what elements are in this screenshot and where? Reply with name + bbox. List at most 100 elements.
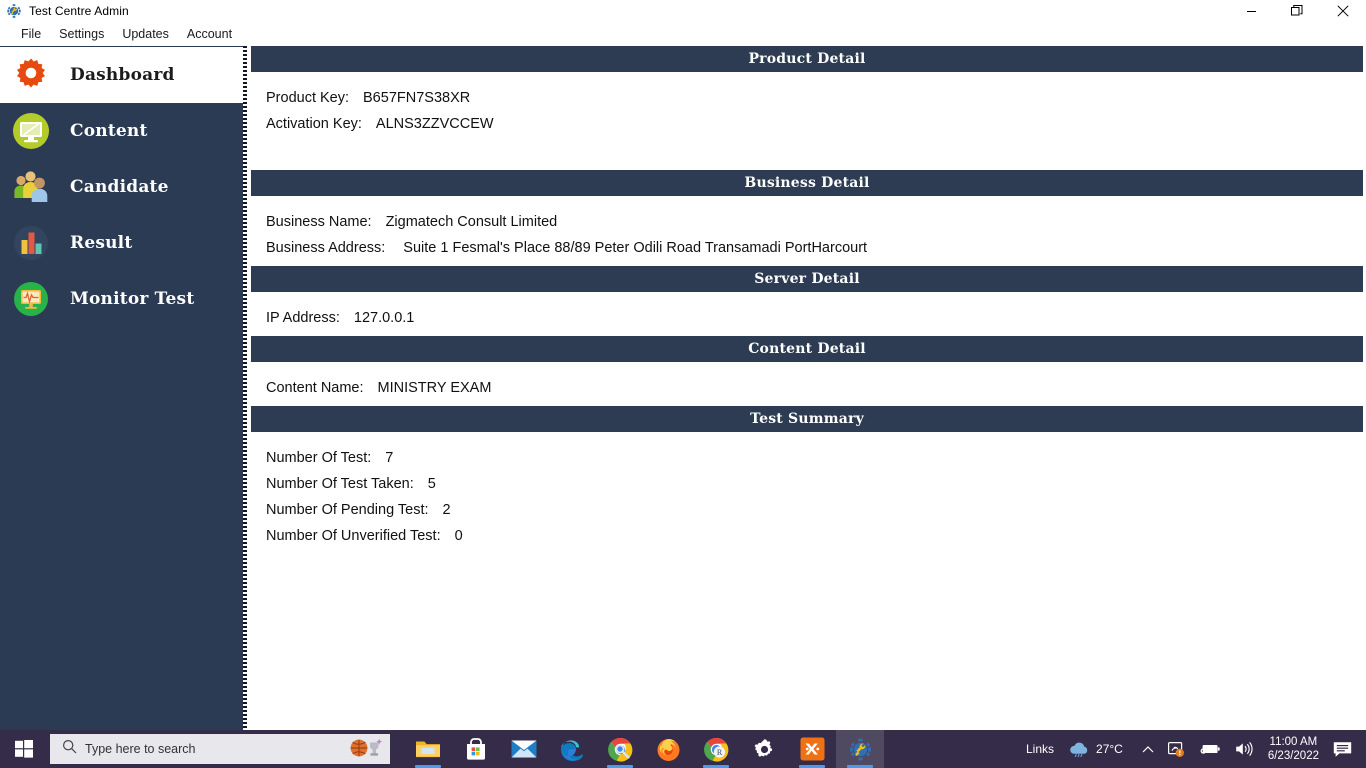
edge-icon[interactable] [548,730,596,768]
section-body-test-summary: Number Of Test: 7 Number Of Test Taken: … [251,432,1366,544]
maximize-restore-button[interactable] [1274,0,1320,22]
field-value: Zigmatech Consult Limited [385,214,558,230]
sidebar-item-result[interactable]: Result [0,215,243,271]
taskbar: Type here to search R Links 27°C 11:00 A… [0,730,1366,768]
clock-date: 6/23/2022 [1267,750,1319,762]
file-explorer-icon[interactable] [404,730,452,768]
sidebar-navigation: Dashboard Content Candidate Result Monit… [0,46,243,730]
sidebar-item-label: Monitor Test [70,289,195,309]
monitor-icon [10,110,52,152]
field-value: MINISTRY EXAM [377,380,492,396]
field-label: Business Address: [266,240,386,256]
notification-icon[interactable] [1327,730,1362,768]
firefox-icon[interactable] [644,730,692,768]
field-label: Number Of Pending Test: [266,502,429,518]
menu-bar: File Settings Updates Account [0,22,1366,46]
window-controls [1228,0,1366,22]
menu-item-updates[interactable]: Updates [113,25,178,43]
close-button[interactable] [1320,0,1366,22]
system-tray: Links 27°C 11:00 AM 6/23/2022 [1019,730,1366,768]
chrome-r-icon[interactable]: R [692,730,740,768]
svg-text:R: R [716,748,722,757]
battery-icon[interactable] [1192,730,1228,768]
sidebar-item-label: Content [70,121,148,141]
field-label: Content Name: [266,380,364,396]
sidebar-item-label: Candidate [70,177,169,197]
section-body-product-detail: Product Key: B657FN7S38XR Activation Key… [251,72,1366,170]
field-business-name: Business Name: Zigmatech Consult Limited [251,214,1366,230]
section-body-server-detail: IP Address: 127.0.0.1 [251,292,1366,336]
title-bar: Test Centre Admin [0,0,1366,22]
taskbar-app-icons: R [404,730,884,768]
temperature-label: 27°C [1096,742,1123,756]
field-business-address: Business Address: Suite 1 Fesmal's Place… [251,230,1366,256]
section-header-product-detail: Product Detail [251,46,1363,72]
settings-gear-icon[interactable] [740,730,788,768]
field-label: Number Of Test: [266,450,372,466]
gear-icon [10,54,52,96]
field-label: Business Name: [266,214,372,230]
section-header-test-summary: Test Summary [251,406,1363,432]
cloud-icon[interactable] [1061,730,1094,768]
field-value: B657FN7S38XR [363,90,471,106]
gear-wrench-icon [6,3,22,19]
section-body-content-detail: Content Name: MINISTRY EXAM [251,362,1366,406]
field-label: Activation Key: [266,116,362,132]
search-icon [62,739,77,759]
sidebar-item-candidate[interactable]: Candidate [0,159,243,215]
field-number-of-test-taken: Number Of Test Taken: 5 [251,466,1366,492]
field-number-of-pending-test: Number Of Pending Test: 2 [251,492,1366,518]
field-label: Product Key: [266,90,350,106]
field-content-name: Content Name: MINISTRY EXAM [251,380,1366,396]
field-value: 127.0.0.1 [353,310,415,326]
field-label: Number Of Unverified Test: [266,528,441,544]
pulse-icon [10,278,52,320]
section-header-business-detail: Business Detail [251,170,1363,196]
window-title: Test Centre Admin [29,4,129,18]
volume-icon[interactable] [1228,730,1260,768]
menu-item-file[interactable]: File [12,25,50,43]
sidebar-item-label: Dashboard [70,65,175,85]
main-content: Product Detail Product Key: B657FN7S38XR… [251,46,1366,730]
section-body-business-detail: Business Name: Zigmatech Consult Limited… [251,196,1366,266]
section-header-content-detail: Content Detail [251,336,1363,362]
application-window: Test Centre Admin File Settings Updates … [0,0,1366,768]
field-value: 0 [454,528,463,544]
field-value: 7 [385,450,394,466]
microsoft-store-icon[interactable] [452,730,500,768]
field-label: IP Address: [266,310,340,326]
field-value: 5 [427,476,436,492]
field-number-of-unverified-test: Number Of Unverified Test: 0 [251,518,1366,544]
clock[interactable]: 11:00 AM 6/23/2022 [1260,730,1327,768]
search-input[interactable]: Type here to search [50,734,390,764]
sidebar-item-monitor-test[interactable]: Monitor Test [0,271,243,327]
tray-links-label[interactable]: Links [1019,730,1061,768]
sidebar-item-dashboard[interactable]: Dashboard [0,47,243,103]
xampp-icon[interactable] [788,730,836,768]
menu-item-settings[interactable]: Settings [50,25,113,43]
field-value: Suite 1 Fesmal's Place 88/89 Peter Odili… [403,240,868,256]
users-icon [10,166,52,208]
start-button[interactable] [0,730,48,768]
test-centre-admin-icon[interactable] [836,730,884,768]
sidebar-item-content[interactable]: Content [0,103,243,159]
field-value: 2 [442,502,451,518]
minimize-button[interactable] [1228,0,1274,22]
clock-time: 11:00 AM [1269,735,1318,748]
basketball-and-trophy-icon[interactable] [348,735,383,764]
field-number-of-test: Number Of Test: 7 [251,450,1366,466]
menu-item-account[interactable]: Account [178,25,241,43]
sidebar-item-label: Result [70,233,133,253]
field-activation-key: Activation Key: ALNS3ZZVCCEW [251,106,1366,132]
bar-chart-icon [10,222,52,264]
field-ip-address: IP Address: 127.0.0.1 [251,310,1366,326]
search-placeholder: Type here to search [85,742,196,756]
field-label: Number Of Test Taken: [266,476,414,492]
field-product-key: Product Key: B657FN7S38XR [251,90,1366,106]
network-share-icon[interactable] [1161,730,1192,768]
mail-icon[interactable] [500,730,548,768]
chevron-up-icon[interactable] [1135,730,1161,768]
chrome-icon[interactable] [596,730,644,768]
section-header-server-detail: Server Detail [251,266,1363,292]
field-value: ALNS3ZZVCCEW [375,116,494,132]
